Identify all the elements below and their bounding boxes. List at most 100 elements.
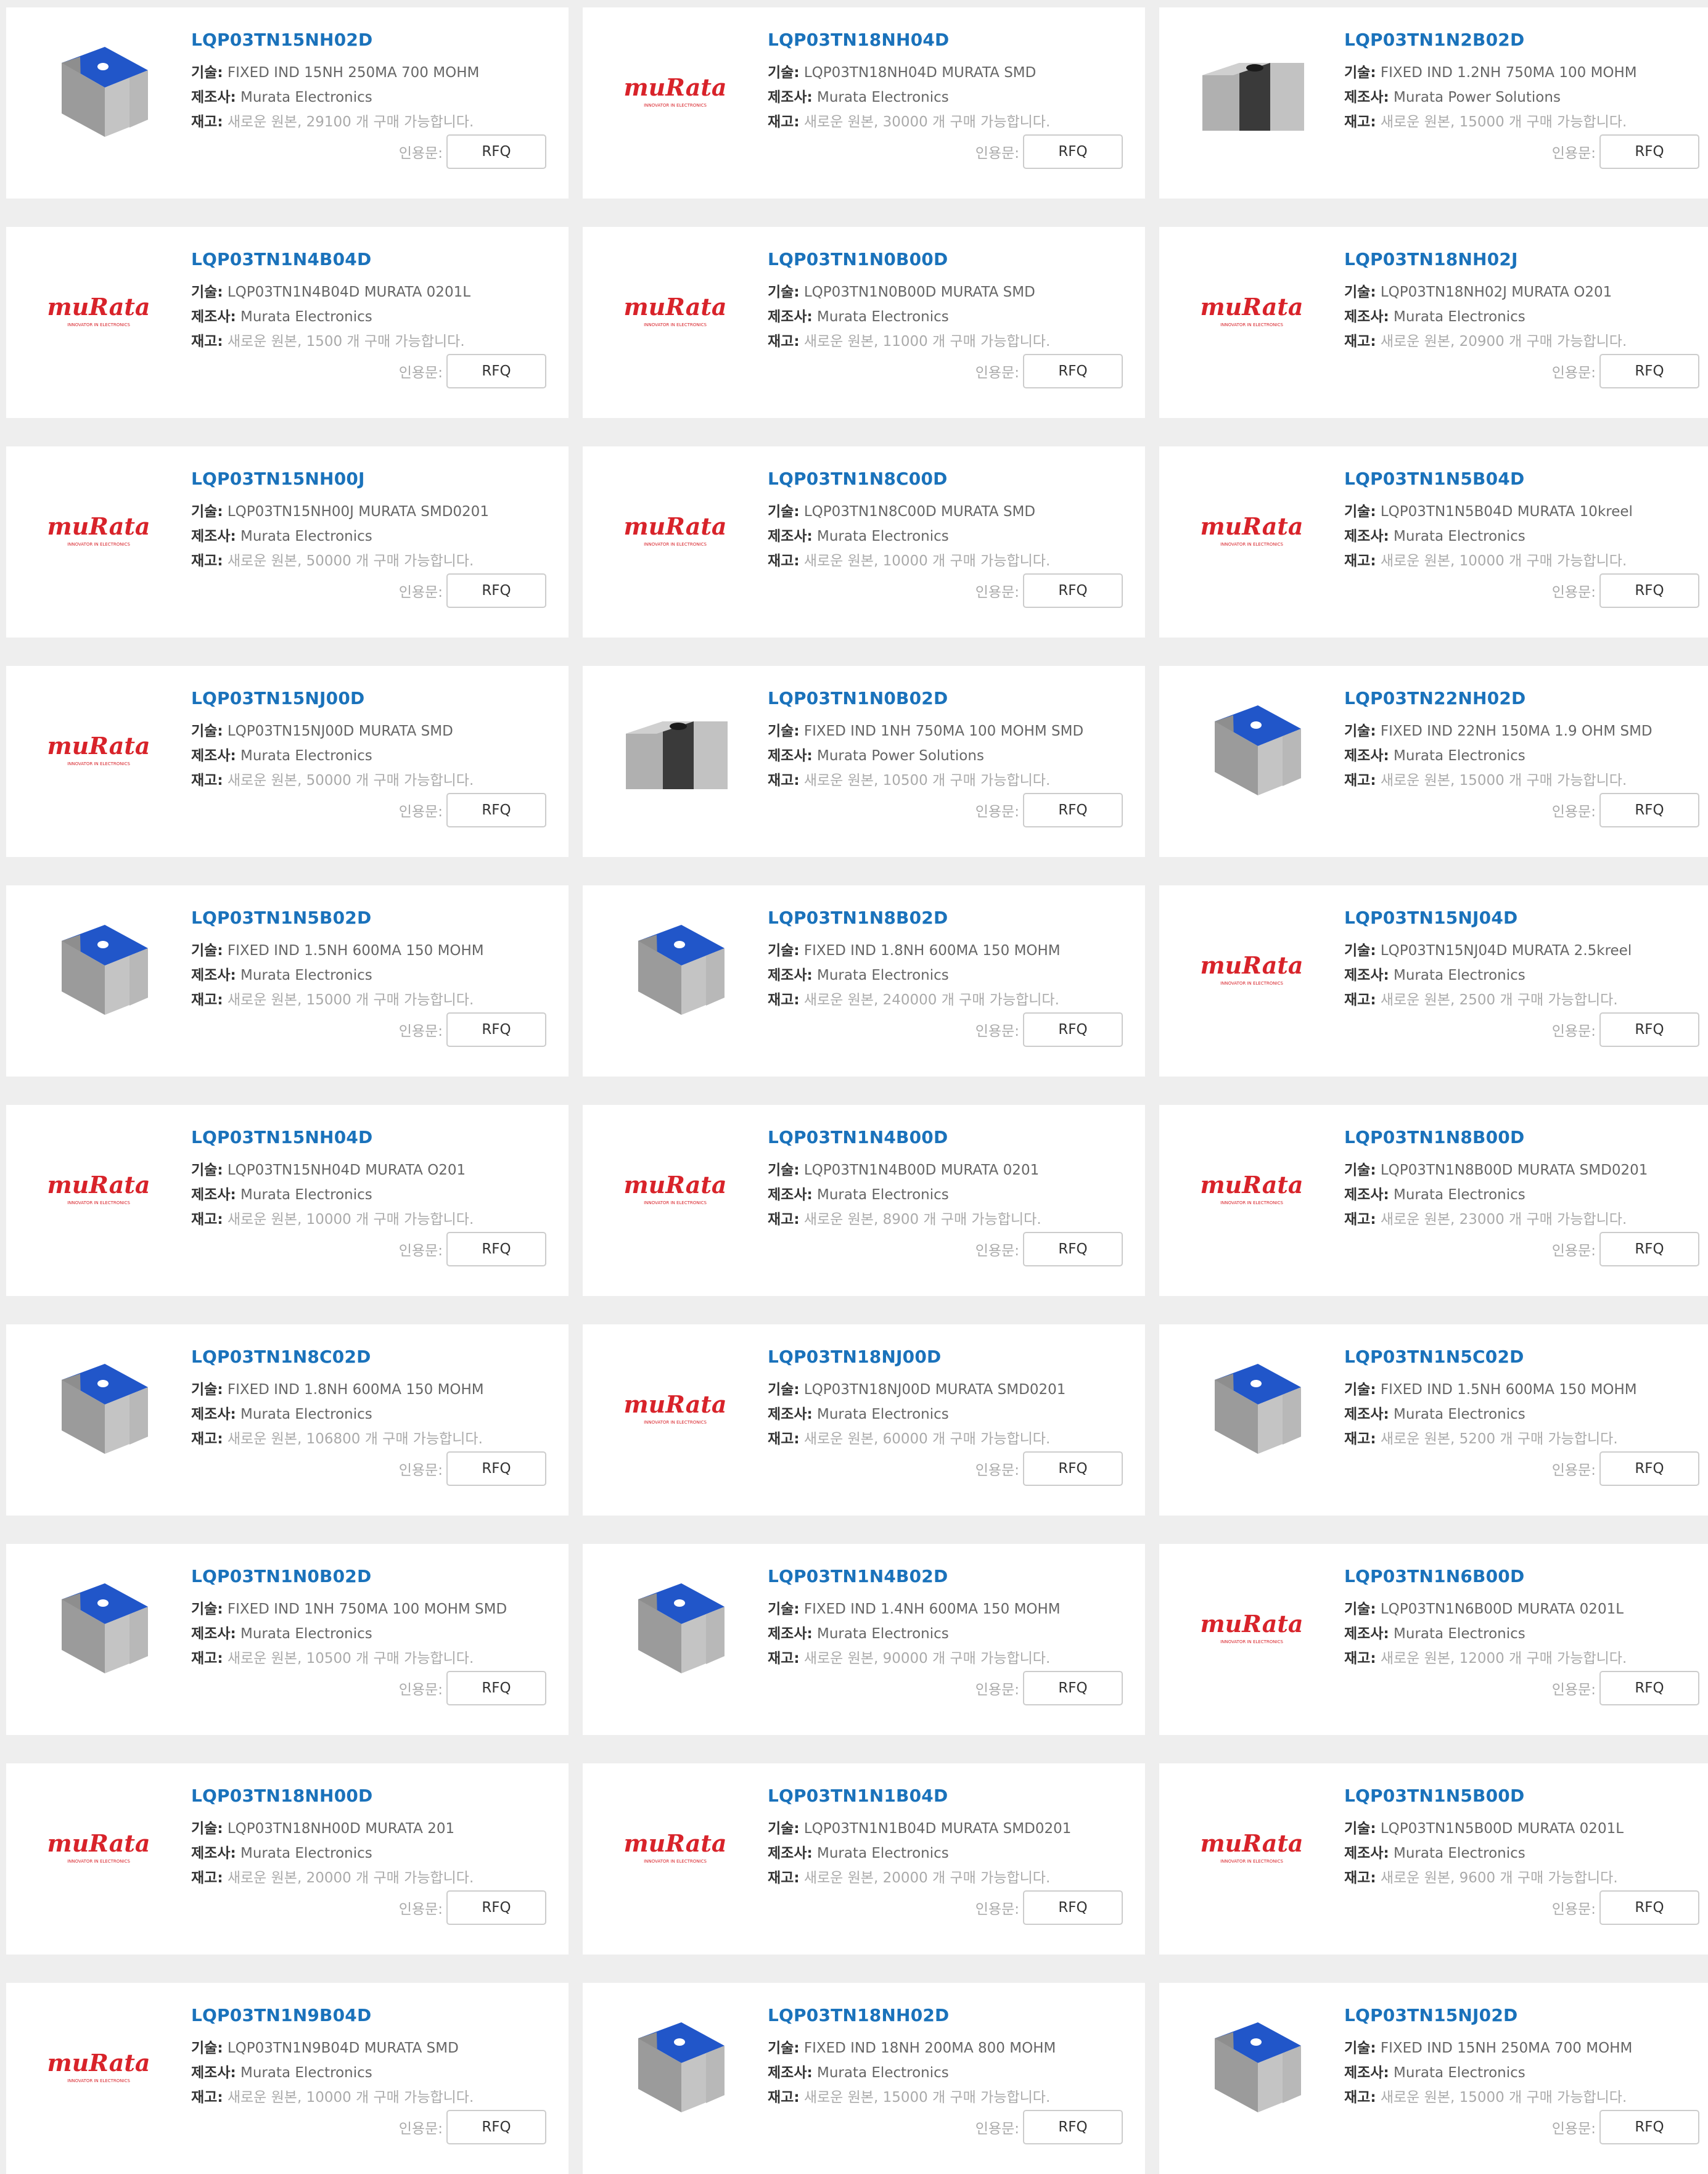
murata-logo-image[interactable]: muRata INNOVATOR IN ELECTRONICS <box>1184 1130 1320 1253</box>
chip-inductor-image[interactable] <box>607 910 743 1033</box>
rfq-button[interactable]: RFQ <box>1599 793 1699 827</box>
chip-inductor-image[interactable] <box>1184 32 1320 155</box>
part-number-link[interactable]: LQP03TN1N0B02D <box>768 688 948 708</box>
murata-logo-image[interactable]: muRata INNOVATOR IN ELECTRONICS <box>1184 1569 1320 1692</box>
rfq-button[interactable]: RFQ <box>1023 1232 1123 1266</box>
part-number-link[interactable]: LQP03TN18NH02D <box>768 2005 950 2025</box>
manufacturer-label: 제조사: <box>191 748 236 764</box>
rfq-button[interactable]: RFQ <box>446 134 546 169</box>
quote-label: 인용문: <box>398 1023 443 1040</box>
murata-logo-image[interactable]: muRata INNOVATOR IN ELECTRONICS <box>607 1788 743 1911</box>
rfq-button[interactable]: RFQ <box>1023 134 1123 169</box>
rfq-button[interactable]: RFQ <box>1599 1890 1699 1925</box>
murata-logo-image[interactable]: muRata INNOVATOR IN ELECTRONICS <box>1184 910 1320 1033</box>
chip-inductor-image[interactable] <box>31 910 166 1033</box>
part-number-link[interactable]: LQP03TN1N4B00D <box>768 1127 948 1147</box>
part-number-link[interactable]: LQP03TN18NJ00D <box>768 1347 942 1367</box>
rfq-button[interactable]: RFQ <box>1599 354 1699 388</box>
rfq-button[interactable]: RFQ <box>1023 1012 1123 1047</box>
part-number-link[interactable]: LQP03TN15NH02D <box>191 30 373 50</box>
murata-logo-image[interactable]: muRata INNOVATOR IN ELECTRONICS <box>1184 252 1320 375</box>
chip-inductor-image[interactable] <box>607 691 743 814</box>
rfq-button[interactable]: RFQ <box>1599 1451 1699 1486</box>
murata-logo-image[interactable]: muRata INNOVATOR IN ELECTRONICS <box>607 471 743 594</box>
chip-inductor-image[interactable] <box>31 1349 166 1472</box>
part-number-link[interactable]: LQP03TN1N8C00D <box>768 469 948 489</box>
rfq-button[interactable]: RFQ <box>1023 354 1123 388</box>
part-number-link[interactable]: LQP03TN22NH02D <box>1344 688 1526 708</box>
rfq-button[interactable]: RFQ <box>1599 1671 1699 1705</box>
rfq-button[interactable]: RFQ <box>446 793 546 827</box>
rfq-button[interactable]: RFQ <box>446 1012 546 1047</box>
part-number-link[interactable]: LQP03TN15NJ02D <box>1344 2005 1518 2025</box>
rfq-button[interactable]: RFQ <box>1599 1232 1699 1266</box>
murata-logo-image[interactable]: muRata INNOVATOR IN ELECTRONICS <box>607 1349 743 1472</box>
part-number-link[interactable]: LQP03TN1N8B00D <box>1344 1127 1524 1147</box>
manufacturer-label: 제조사: <box>191 967 236 983</box>
rfq-button[interactable]: RFQ <box>1023 573 1123 608</box>
rfq-button[interactable]: RFQ <box>446 354 546 388</box>
chip-inductor-image[interactable] <box>607 1569 743 1692</box>
part-number-link[interactable]: LQP03TN1N8B02D <box>768 908 948 928</box>
logo-wordmark: muRata <box>47 1829 150 1857</box>
rfq-button[interactable]: RFQ <box>446 573 546 608</box>
part-number-link[interactable]: LQP03TN18NH02J <box>1344 249 1518 269</box>
stock-value: 새로운 원본, 9600 개 구매 가능합니다. <box>1380 1870 1618 1886</box>
rfq-button[interactable]: RFQ <box>1023 1451 1123 1486</box>
rfq-button[interactable]: RFQ <box>446 1890 546 1925</box>
part-number-link[interactable]: LQP03TN1N1B04D <box>768 1786 948 1806</box>
rfq-button[interactable]: RFQ <box>1599 134 1699 169</box>
manufacturer-label: 제조사: <box>191 1187 236 1203</box>
murata-logo-image[interactable]: muRata INNOVATOR IN ELECTRONICS <box>31 691 166 814</box>
stock-label: 재고: <box>1344 1651 1376 1667</box>
chip-inductor-image[interactable] <box>1184 691 1320 814</box>
part-number-link[interactable]: LQP03TN1N5B04D <box>1344 469 1524 489</box>
murata-logo-image[interactable]: muRata INNOVATOR IN ELECTRONICS <box>607 32 743 155</box>
chip-inductor-image[interactable] <box>1184 2008 1320 2131</box>
chip-inductor-image[interactable] <box>31 32 166 155</box>
part-number-link[interactable]: LQP03TN1N0B00D <box>768 249 948 269</box>
murata-logo-image[interactable]: muRata INNOVATOR IN ELECTRONICS <box>31 1130 166 1253</box>
part-number-link[interactable]: LQP03TN18NH04D <box>768 30 950 50</box>
part-number-link[interactable]: LQP03TN15NH00J <box>191 469 365 489</box>
part-number-link[interactable]: LQP03TN1N6B00D <box>1344 1566 1524 1586</box>
rfq-button[interactable]: RFQ <box>446 2110 546 2144</box>
part-number-link[interactable]: LQP03TN1N5B02D <box>191 908 371 928</box>
quote-label: 인용문: <box>975 2121 1019 2137</box>
part-number-link[interactable]: LQP03TN1N5C02D <box>1344 1347 1524 1367</box>
murata-logo-image[interactable]: muRata INNOVATOR IN ELECTRONICS <box>31 1788 166 1911</box>
chip-inductor-image[interactable] <box>31 1569 166 1692</box>
murata-logo-image[interactable]: muRata INNOVATOR IN ELECTRONICS <box>607 1130 743 1253</box>
logo-wordmark: muRata <box>623 1829 726 1857</box>
murata-logo-image[interactable]: muRata INNOVATOR IN ELECTRONICS <box>31 471 166 594</box>
murata-logo-image[interactable]: muRata INNOVATOR IN ELECTRONICS <box>1184 471 1320 594</box>
rfq-button[interactable]: RFQ <box>1599 2110 1699 2144</box>
rfq-button[interactable]: RFQ <box>1599 1012 1699 1047</box>
murata-logo-image[interactable]: muRata INNOVATOR IN ELECTRONICS <box>1184 1788 1320 1911</box>
part-number-link[interactable]: LQP03TN15NJ00D <box>191 688 365 708</box>
rfq-button[interactable]: RFQ <box>1599 573 1699 608</box>
murata-logo-image[interactable]: muRata INNOVATOR IN ELECTRONICS <box>31 2008 166 2131</box>
tech-label: 기술: <box>191 723 223 739</box>
part-number-link[interactable]: LQP03TN1N2B02D <box>1344 30 1524 50</box>
part-number-link[interactable]: LQP03TN1N4B02D <box>768 1566 948 1586</box>
part-number-link[interactable]: LQP03TN15NH04D <box>191 1127 373 1147</box>
murata-logo-image[interactable]: muRata INNOVATOR IN ELECTRONICS <box>607 252 743 375</box>
part-number-link[interactable]: LQP03TN1N5B00D <box>1344 1786 1524 1806</box>
rfq-button[interactable]: RFQ <box>1023 793 1123 827</box>
part-number-link[interactable]: LQP03TN1N0B02D <box>191 1566 371 1586</box>
chip-inductor-image[interactable] <box>607 2008 743 2131</box>
part-number-link[interactable]: LQP03TN18NH00D <box>191 1786 373 1806</box>
part-number-link[interactable]: LQP03TN1N8C02D <box>191 1347 371 1367</box>
rfq-button[interactable]: RFQ <box>446 1232 546 1266</box>
part-number-link[interactable]: LQP03TN1N4B04D <box>191 249 371 269</box>
rfq-button[interactable]: RFQ <box>446 1451 546 1486</box>
chip-inductor-image[interactable] <box>1184 1349 1320 1472</box>
part-number-link[interactable]: LQP03TN15NJ04D <box>1344 908 1518 928</box>
rfq-button[interactable]: RFQ <box>1023 1671 1123 1705</box>
rfq-button[interactable]: RFQ <box>1023 1890 1123 1925</box>
rfq-button[interactable]: RFQ <box>446 1671 546 1705</box>
part-number-link[interactable]: LQP03TN1N9B04D <box>191 2005 371 2025</box>
murata-logo-image[interactable]: muRata INNOVATOR IN ELECTRONICS <box>31 252 166 375</box>
rfq-button[interactable]: RFQ <box>1023 2110 1123 2144</box>
